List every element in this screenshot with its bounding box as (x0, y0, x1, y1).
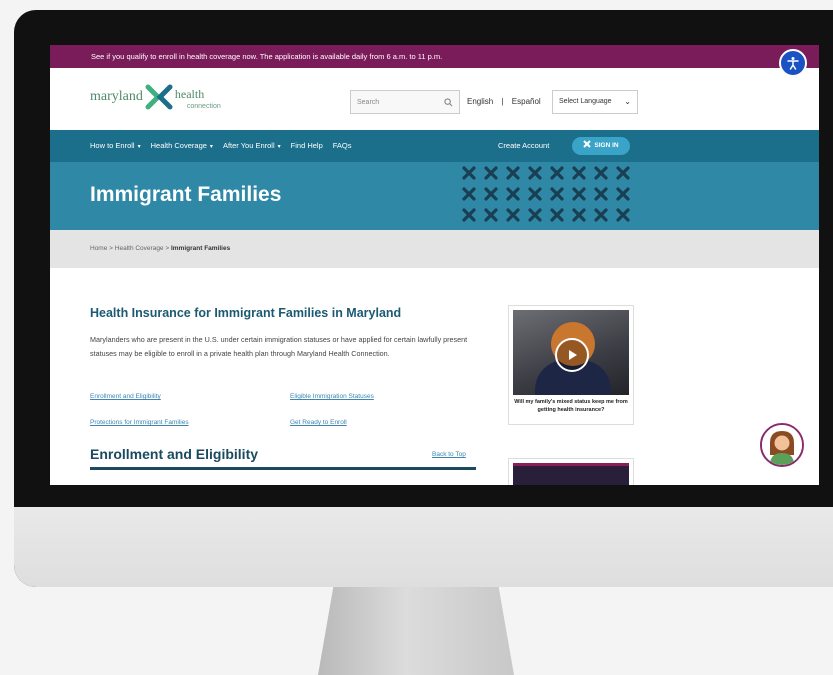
play-icon (569, 350, 577, 360)
search-icon (444, 98, 453, 107)
video-thumbnail[interactable] (513, 310, 629, 395)
breadcrumb-separator: > (165, 245, 170, 252)
decorative-x-pattern-icon (462, 166, 630, 222)
logo-x-mark-icon (583, 140, 592, 148)
link-protections[interactable]: Protections for Immigrant Families (90, 419, 189, 426)
nav-item-after-you-enroll[interactable]: After You Enroll ▾ (223, 130, 281, 163)
section-title: Enrollment and Eligibility (90, 446, 259, 462)
nav-item-health-coverage[interactable]: Health Coverage ▾ (151, 130, 213, 163)
site-header: maryland health connection Search Englis… (50, 68, 819, 130)
language-select-value: Select Language (559, 98, 612, 105)
main-heading: Health Insurance for Immigrant Families … (90, 306, 402, 320)
back-to-top-link[interactable]: Back to Top (432, 451, 466, 458)
chat-avatar-icon (762, 425, 802, 465)
search-input[interactable]: Search (350, 90, 460, 114)
language-select[interactable]: Select Language ⌄ (552, 90, 638, 114)
breadcrumb-home[interactable]: Home (90, 245, 107, 252)
main-nav: How to Enroll ▾ Health Coverage ▾ After Yo… (50, 130, 819, 162)
sign-in-button[interactable]: SIGN IN (572, 137, 630, 155)
logo-x-mark-icon (145, 84, 173, 110)
chat-assistant-button[interactable] (760, 423, 804, 467)
language-spanish-link[interactable]: Español (512, 97, 541, 106)
link-get-ready[interactable]: Get Ready to Enroll (290, 419, 347, 426)
video-card-2[interactable] (508, 458, 634, 485)
monitor-stand (318, 585, 514, 675)
monitor-chin (14, 507, 833, 587)
breadcrumb-health-coverage[interactable]: Health Coverage (115, 245, 164, 252)
accessibility-button[interactable] (779, 49, 807, 77)
search-placeholder: Search (357, 99, 380, 106)
link-eligible-statuses[interactable]: Eligible Immigration Statuses (290, 393, 374, 400)
nav-item-find-help[interactable]: Find Help (291, 130, 323, 163)
breadcrumb: Home > Health Coverage > Immigrant Famil… (50, 230, 819, 268)
page-hero: Immigrant Families (50, 162, 819, 230)
nav-item-faqs[interactable]: FAQs (333, 130, 352, 163)
announcement-text: See if you qualify to enroll in health c… (91, 52, 443, 61)
announcement-bar: See if you qualify to enroll in health c… (50, 45, 819, 68)
site-logo[interactable]: maryland health connection (90, 84, 221, 110)
chevron-down-icon: ▾ (137, 144, 141, 150)
video-card[interactable]: Will my family's mixed status keep me fr… (508, 305, 634, 425)
create-account-link[interactable]: Create Account (498, 130, 549, 162)
video-thumbnail-2 (513, 463, 629, 485)
chevron-down-icon: ⌄ (624, 97, 631, 106)
browser-screen: See if you qualify to enroll in health c… (50, 45, 819, 485)
language-links: English | Español (464, 90, 544, 114)
intro-paragraph: Marylanders who are present in the U.S. … (90, 335, 468, 358)
play-button[interactable] (555, 338, 589, 372)
logo-word-connection: connection (186, 102, 221, 110)
language-english-link[interactable]: English (467, 97, 493, 106)
chevron-down-icon: ▾ (209, 144, 213, 150)
breadcrumb-current: Immigrant Families (170, 245, 231, 252)
logo-word-maryland: maryland (90, 89, 143, 104)
logo-word-health: health (174, 86, 205, 101)
nav-item-how-to-enroll[interactable]: How to Enroll ▾ (90, 130, 141, 163)
language-separator: | (501, 97, 504, 106)
page-title: Immigrant Families (90, 183, 282, 206)
video-caption: Will my family's mixed status keep me fr… (514, 399, 628, 413)
accessibility-icon (787, 57, 799, 70)
monitor: See if you qualify to enroll in health c… (14, 10, 833, 587)
chevron-down-icon: ▾ (277, 144, 281, 150)
link-enrollment-eligibility[interactable]: Enrollment and Eligibility (90, 393, 161, 400)
section-divider (90, 467, 476, 470)
breadcrumb-separator: > (109, 245, 113, 252)
